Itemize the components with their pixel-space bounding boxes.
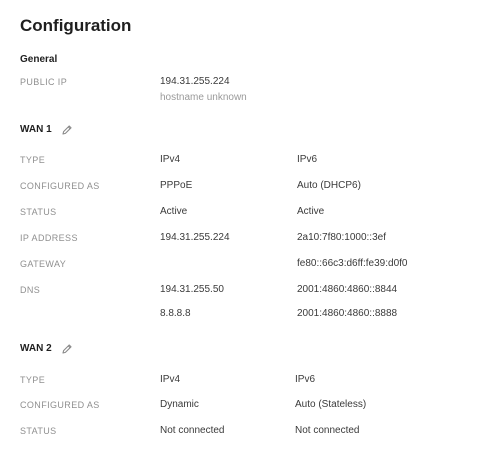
wan2-status-label: STATUS — [20, 426, 57, 436]
wan2-status-ipv4: Not connected — [160, 425, 225, 436]
wan2-row-status: STATUS Not connected Not connected — [0, 424, 478, 438]
wan1-type-label: TYPE — [20, 155, 46, 165]
general-heading: General — [20, 53, 57, 67]
wan1-heading: WAN 1 — [20, 123, 73, 137]
wan1-row-dns: DNS 194.31.255.50 2001:4860:4860::8844 — [0, 283, 478, 297]
wan1-configured-as-label: CONFIGURED AS — [20, 181, 100, 191]
wan2-edit-pencil-icon[interactable] — [61, 343, 73, 355]
wan1-heading-label: WAN 1 — [20, 124, 52, 135]
wan1-configured-as-ipv6: Auto (DHCP6) — [297, 180, 361, 191]
general-heading-label: General — [20, 54, 58, 65]
wan1-gateway-ipv6: fe80::66c3:d6ff:fe39:d0f0 — [297, 258, 408, 269]
wan1-row-gateway: GATEWAY fe80::66c3:d6ff:fe39:d0f0 — [0, 257, 478, 271]
wan1-dns-secondary-ipv4: 8.8.8.8 — [160, 308, 191, 319]
wan1-dns-label: DNS — [20, 285, 41, 295]
wan2-type-label: TYPE — [20, 375, 46, 385]
wan2-configured-as-ipv6: Auto (Stateless) — [295, 399, 367, 410]
wan1-row-type: TYPE IPv4 IPv6 — [0, 153, 478, 167]
public-ip-value: 194.31.255.224 — [160, 76, 230, 87]
wan1-dns-secondary-ipv6: 2001:4860:4860::8888 — [297, 308, 398, 319]
wan2-configured-as-label: CONFIGURED AS — [20, 400, 100, 410]
hostname-text: hostname unknown — [160, 92, 247, 103]
page-title: Configuration — [20, 16, 132, 35]
wan1-dns-ipv6: 2001:4860:4860::8844 — [297, 284, 398, 295]
wan1-row-configured-as: CONFIGURED AS PPPoE Auto (DHCP6) — [0, 179, 478, 193]
wan2-heading-label: WAN 2 — [20, 343, 52, 354]
public-ip-row: PUBLIC IP 194.31.255.224 — [0, 75, 478, 89]
wan1-dns-ipv4: 194.31.255.50 — [160, 284, 224, 295]
wan2-row-type: TYPE IPv4 IPv6 — [0, 373, 478, 387]
wan2-row-configured-as: CONFIGURED AS Dynamic Auto (Stateless) — [0, 398, 478, 412]
wan1-ip-address-ipv4: 194.31.255.224 — [160, 232, 230, 243]
wan1-configured-as-ipv4: PPPoE — [160, 180, 193, 191]
wan1-gateway-label: GATEWAY — [20, 259, 67, 269]
wan1-type-ipv4: IPv4 — [160, 154, 181, 165]
wan1-status-ipv4: Active — [160, 206, 188, 217]
wan1-row-status: STATUS Active Active — [0, 205, 478, 219]
wan2-configured-as-ipv4: Dynamic — [160, 399, 199, 410]
wan1-ip-address-label: IP ADDRESS — [20, 233, 78, 243]
wan2-heading: WAN 2 — [20, 342, 73, 356]
wan2-status-ipv6: Not connected — [295, 425, 360, 436]
wan1-type-ipv6: IPv6 — [297, 154, 318, 165]
public-ip-label: PUBLIC IP — [20, 77, 68, 87]
wan2-type-ipv6: IPv6 — [295, 374, 316, 385]
wan1-status-label: STATUS — [20, 207, 57, 217]
wan1-edit-pencil-icon[interactable] — [61, 124, 73, 136]
wan2-type-ipv4: IPv4 — [160, 374, 181, 385]
wan1-status-ipv6: Active — [297, 206, 325, 217]
wan1-row-ip-address: IP ADDRESS 194.31.255.224 2a10:7f80:1000… — [0, 231, 478, 245]
wan1-ip-address-ipv6: 2a10:7f80:1000::3ef — [297, 232, 386, 243]
wan1-row-dns-secondary: 8.8.8.8 2001:4860:4860::8888 — [0, 307, 478, 321]
